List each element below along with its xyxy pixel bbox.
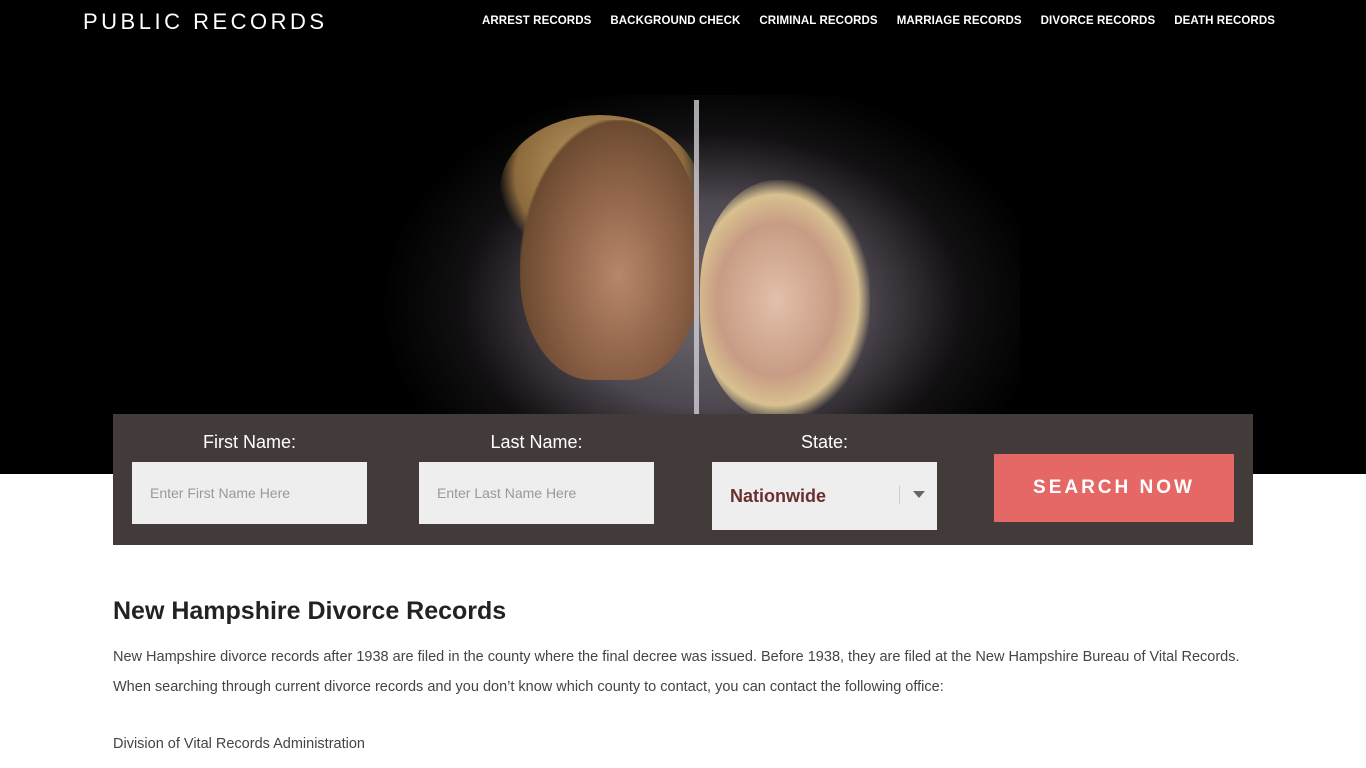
first-name-input[interactable]	[132, 462, 367, 524]
state-select[interactable]: Nationwide	[712, 462, 937, 530]
site-logo[interactable]: PUBLIC RECORDS	[83, 9, 328, 35]
last-name-input[interactable]	[419, 462, 654, 524]
main-nav: ARREST RECORDS BACKGROUND CHECK CRIMINAL…	[482, 15, 1275, 27]
hero-photo-divider	[694, 100, 699, 414]
nav-death-records[interactable]: DEATH RECORDS	[1174, 15, 1275, 27]
office-name: Division of Vital Records Administration	[113, 736, 365, 752]
search-now-button[interactable]: SEARCH NOW	[994, 454, 1234, 522]
nav-divorce-records[interactable]: DIVORCE RECORDS	[1041, 15, 1156, 27]
nav-criminal-records[interactable]: CRIMINAL RECORDS	[759, 15, 877, 27]
state-selected-value: Nationwide	[730, 485, 827, 506]
nav-background-check[interactable]: BACKGROUND CHECK	[610, 15, 740, 27]
hero-banner: PUBLIC RECORDS ARREST RECORDS BACKGROUND…	[0, 0, 1366, 474]
hero-photo-man-face	[520, 120, 700, 380]
nav-marriage-records[interactable]: MARRIAGE RECORDS	[897, 15, 1022, 27]
hero-photo-woman	[700, 180, 870, 420]
search-form: First Name: Last Name: State: Nationwide…	[113, 414, 1253, 545]
first-name-label: First Name:	[202, 432, 296, 452]
state-label: State:	[800, 432, 849, 452]
chevron-down-icon[interactable]	[913, 491, 925, 498]
intro-paragraph: New Hampshire divorce records after 1938…	[113, 649, 1240, 695]
last-name-label: Last Name:	[490, 432, 583, 452]
page-title: New Hampshire Divorce Records	[113, 597, 507, 625]
nav-arrest-records[interactable]: ARREST RECORDS	[482, 15, 591, 27]
select-separator	[899, 486, 900, 504]
